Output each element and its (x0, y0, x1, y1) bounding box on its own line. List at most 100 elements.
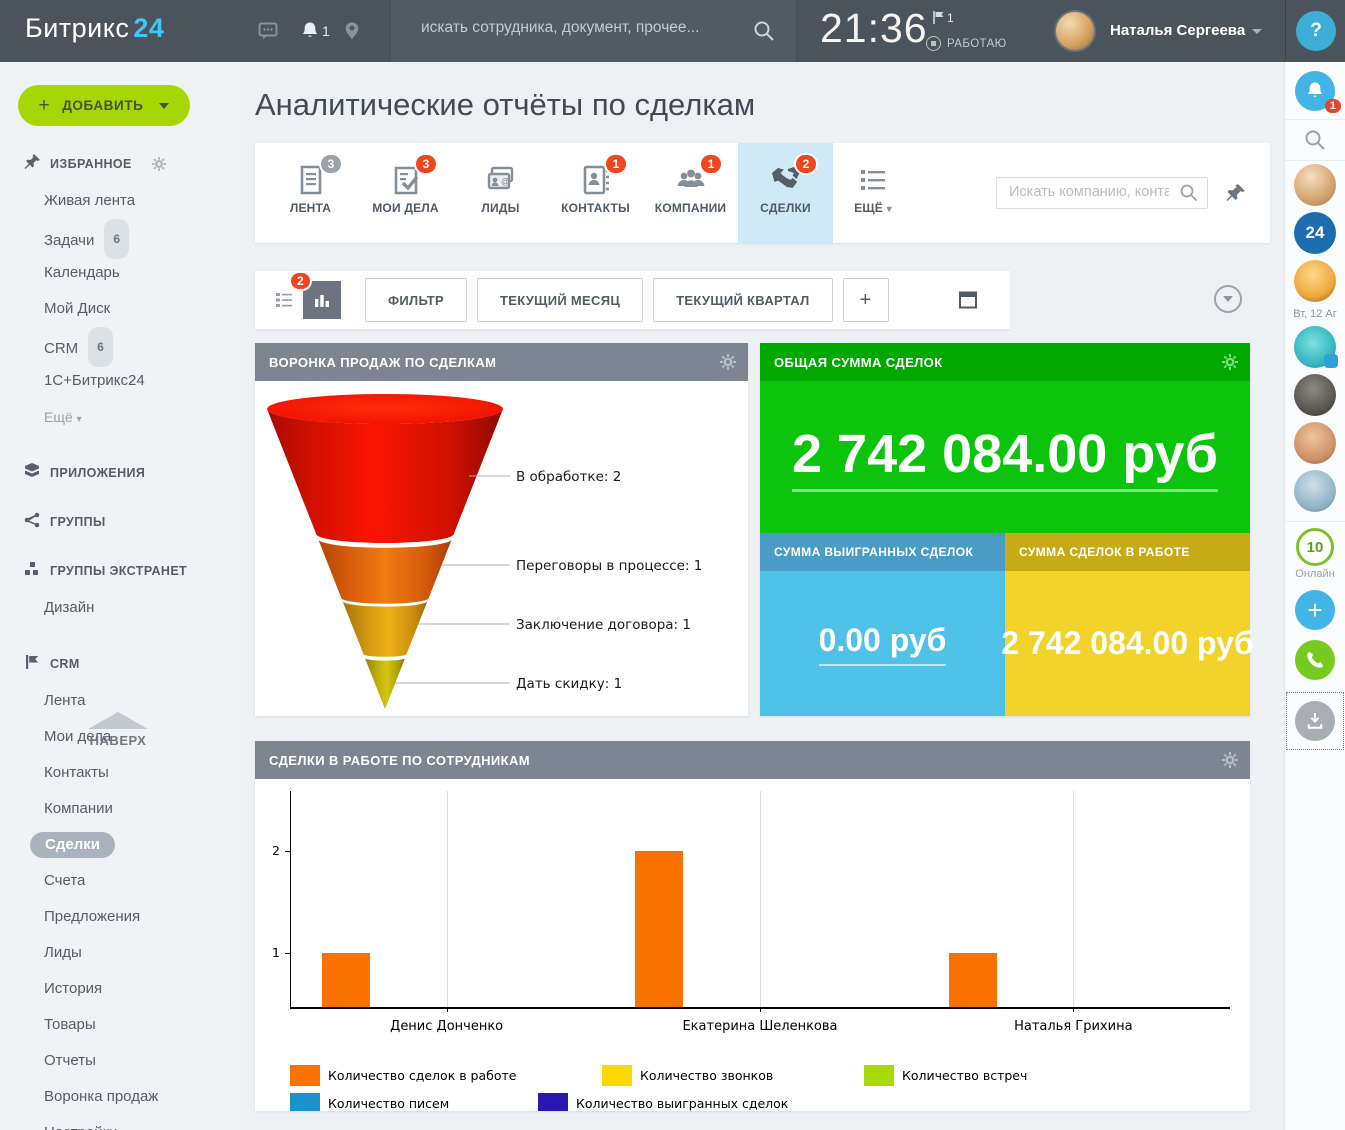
user-avatar[interactable] (1054, 10, 1096, 52)
sidebar-section-head-0[interactable]: ИЗБРАННОЕ (0, 153, 240, 175)
legend-item: Количество встреч (864, 1065, 1027, 1086)
sidebar-item[interactable]: Живая лента (0, 183, 240, 219)
legend-swatch (602, 1065, 632, 1086)
add-button-label: ДОБАВИТЬ (62, 98, 143, 113)
search-icon[interactable] (1303, 128, 1327, 152)
notifications-button[interactable]: 1 (1295, 71, 1335, 111)
cloud-drive-icon[interactable] (342, 21, 362, 41)
sidebar-item[interactable]: Задачи6 (0, 219, 240, 255)
crm-search-input[interactable] (1007, 183, 1171, 201)
download-icon (1306, 712, 1324, 730)
gear-icon[interactable] (720, 354, 736, 370)
search-icon[interactable] (1179, 183, 1199, 203)
sidebar-item[interactable]: Товары (0, 1007, 240, 1043)
filter-button[interactable]: ФИЛЬТР (365, 278, 467, 322)
flag-counter[interactable]: 1 (933, 11, 954, 25)
download-button[interactable] (1295, 701, 1335, 741)
status-sub-badge (1324, 354, 1338, 368)
chat-icon[interactable] (258, 21, 278, 41)
user-name[interactable]: Наталья Сергеева (1110, 22, 1245, 39)
global-search-input[interactable] (419, 18, 733, 38)
sidebar-item[interactable]: Предложения (0, 899, 240, 935)
funnel-panel-header: ВОРОНКА ПРОДАЖ ПО СДЕЛКАМ (255, 343, 748, 381)
tab-deals[interactable]: 2СДЕЛКИ (738, 143, 833, 243)
online-counter[interactable]: 10 (1296, 528, 1334, 566)
collapse-button[interactable] (1214, 285, 1242, 313)
tab-more[interactable]: ЕЩЁ ▾ (833, 143, 913, 243)
legend-swatch (538, 1093, 568, 1111)
report-panels: ВОРОНКА ПРОДАЖ ПО СДЕЛКАМ (255, 343, 1285, 716)
current-quarter-button[interactable]: ТЕКУЩИЙ КВАРТАЛ (653, 278, 832, 322)
sidebar-item[interactable]: Воронка продаж (0, 1079, 240, 1115)
sidebar-item[interactable]: Мой Диск (0, 291, 240, 327)
bar-0[interactable] (322, 953, 370, 1007)
sidebar-item[interactable]: Дизайн (0, 590, 240, 626)
add-filter-button[interactable]: + (843, 278, 889, 322)
sidebar-section-head-3[interactable]: ГРУППЫ ЭКСТРАНЕТ (0, 560, 240, 582)
apps-icon (24, 463, 40, 484)
legend-item: Количество звонков (602, 1065, 773, 1086)
tab-leads[interactable]: @ЛИДЫ (453, 143, 548, 243)
bitrix-logo[interactable]: Битрикс24 (25, 13, 164, 44)
sidebar-item[interactable]: Отчеты (0, 1043, 240, 1079)
sidebar-item[interactable]: Настройки (0, 1115, 240, 1130)
sidebar-item[interactable]: Сделки (0, 827, 240, 863)
sidebar-item[interactable]: Компании (0, 791, 240, 827)
help-button[interactable]: ? (1296, 11, 1336, 51)
gear-icon[interactable] (1222, 752, 1238, 768)
gear-icon[interactable] (152, 157, 166, 171)
avatar[interactable] (1294, 164, 1336, 206)
in-progress-sum-panel: СУММА СДЕЛОК В РАБОТЕ 2 742 084.00 руб (1005, 533, 1250, 716)
notification-bell-icon[interactable] (300, 21, 320, 41)
avatar[interactable] (1294, 470, 1336, 512)
online-label: Онлайн (1295, 568, 1334, 580)
sidebar-item[interactable]: 1С+Битрикс24 (0, 363, 240, 399)
gear-icon[interactable] (1222, 354, 1238, 370)
chat-24-badge[interactable]: 24 (1294, 212, 1336, 254)
back-to-top-button[interactable]: НАВЕРХ (88, 712, 148, 748)
tab-todo[interactable]: 3МОИ ДЕЛА (358, 143, 453, 243)
bar-1[interactable] (635, 851, 683, 1007)
add-button[interactable]: + ДОБАВИТЬ (18, 85, 190, 126)
sidebar-item[interactable]: Ещё ▾ (0, 399, 240, 435)
pin-icon[interactable] (1226, 183, 1246, 203)
tab-badge: 1 (701, 155, 721, 173)
sidebar-section-head-1[interactable]: ПРИЛОЖЕНИЯ (0, 462, 240, 484)
notification-count[interactable]: 1 (322, 23, 330, 39)
sidebar-section-head-2[interactable]: ГРУППЫ (0, 511, 240, 533)
won-sum-value[interactable]: 0.00 руб (819, 622, 947, 666)
invite-button[interactable]: + (1295, 590, 1335, 630)
phone-button[interactable] (1295, 640, 1335, 680)
sidebar-item[interactable]: Календарь (0, 255, 240, 291)
tab-companies[interactable]: 1КОМПАНИИ (643, 143, 738, 243)
clock-widget[interactable]: 21:36 1 РАБОТАЮ (795, 0, 1035, 62)
current-month-button[interactable]: ТЕКУЩИЙ МЕСЯЦ (477, 278, 643, 322)
sidebar-section: ПРИЛОЖЕНИЯ (0, 462, 240, 484)
tab-badge: 1 (606, 155, 626, 173)
avatar[interactable] (1294, 260, 1336, 302)
crm-tab-bar: 3ЛЕНТА3МОИ ДЕЛА@ЛИДЫ1КОНТАКТЫ1КОМПАНИИ2С… (255, 143, 1270, 243)
sidebar-section-head-4[interactable]: CRM (0, 653, 240, 675)
sidebar-item[interactable]: Счета (0, 863, 240, 899)
chart-view-button[interactable] (303, 281, 341, 319)
bar-2[interactable] (949, 953, 997, 1007)
leads-icon: @ (485, 163, 517, 197)
sidebar-item[interactable]: История (0, 971, 240, 1007)
search-icon[interactable] (752, 19, 776, 43)
work-status[interactable]: РАБОТАЮ (926, 36, 1007, 51)
sidebar-item[interactable]: Лиды (0, 935, 240, 971)
status-label: РАБОТАЮ (947, 38, 1007, 50)
sidebar-item[interactable]: Контакты (0, 755, 240, 791)
tab-badge: 2 (796, 155, 816, 173)
layout-icon[interactable] (958, 290, 978, 310)
avatar[interactable] (1294, 374, 1336, 416)
user-menu-caret-icon[interactable] (1252, 29, 1262, 34)
in-progress-sum-header: СУММА СДЕЛОК В РАБОТЕ (1005, 533, 1250, 571)
total-sum-value[interactable]: 2 742 084.00 руб (792, 423, 1218, 492)
clock-time: 21:36 (820, 5, 928, 52)
tab-feed[interactable]: 3ЛЕНТА (263, 143, 358, 243)
tab-contacts[interactable]: 1КОНТАКТЫ (548, 143, 643, 243)
avatar[interactable] (1294, 422, 1336, 464)
avatar[interactable] (1294, 326, 1336, 368)
sidebar-item[interactable]: CRM6 (0, 327, 240, 363)
